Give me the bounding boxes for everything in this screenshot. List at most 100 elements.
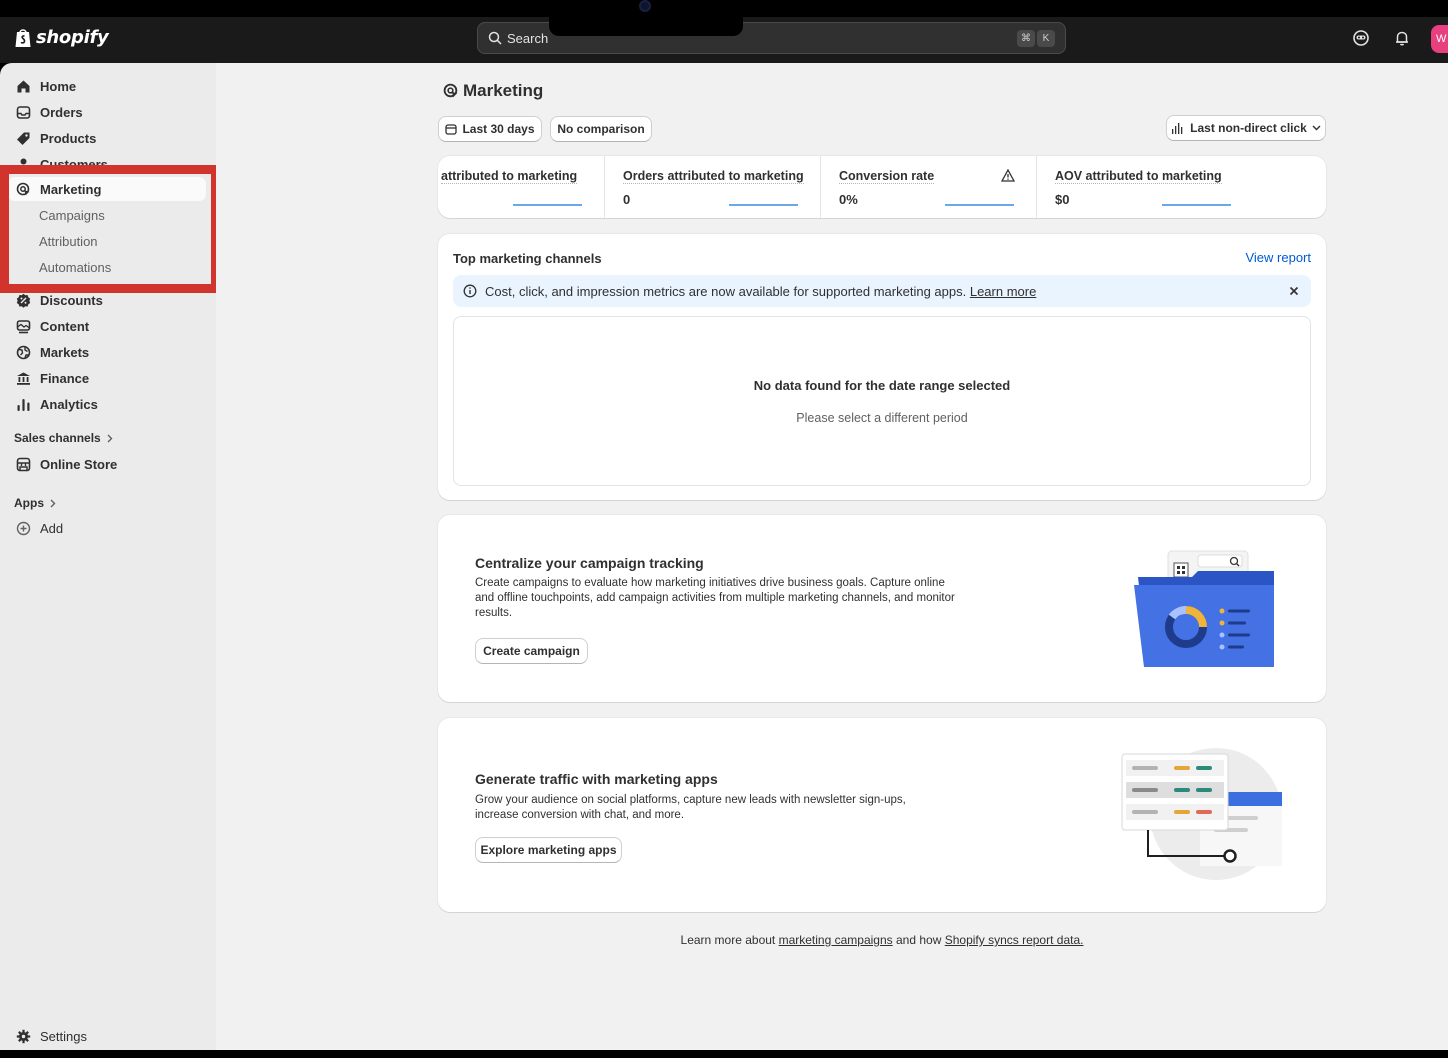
apps-label: Apps: [14, 496, 44, 510]
sidebar-item-discounts[interactable]: Discounts: [8, 288, 206, 312]
top-channels-title: Top marketing channels: [453, 251, 602, 266]
close-icon[interactable]: [1289, 286, 1299, 296]
metric-label: AOV attributed to marketing: [1055, 169, 1222, 184]
sparkline: [513, 204, 582, 206]
sidebar-item-label: Products: [40, 130, 97, 146]
sidebar-item-markets[interactable]: Markets: [8, 340, 206, 364]
sidebar-item-label: Online Store: [40, 456, 118, 472]
sidebar-subitem-campaigns[interactable]: Campaigns: [39, 208, 105, 223]
metrics-card: attributed to marketing Orders attribute…: [438, 156, 1326, 218]
page-title: Marketing: [443, 81, 543, 101]
bar-chart-icon: [17, 398, 30, 411]
sidebar-item-finance[interactable]: Finance: [8, 366, 206, 390]
sidebar-subitem-automations[interactable]: Automations: [39, 260, 111, 275]
campaign-card-title: Centralize your campaign tracking: [475, 555, 704, 571]
avatar[interactable]: W: [1431, 25, 1448, 53]
apps-card-description: Grow your audience on social platforms, …: [475, 794, 906, 821]
sidebar-item-analytics[interactable]: Analytics: [8, 392, 206, 416]
shortcut-cmd-key: ⌘: [1017, 30, 1035, 47]
explore-marketing-apps-button[interactable]: Explore marketing apps: [475, 837, 622, 863]
brand-name: shopify: [36, 27, 109, 48]
page-title-text: Marketing: [463, 81, 544, 100]
comparison-button[interactable]: No comparison: [550, 116, 652, 142]
sidebar: Home Orders Products Customers Marketing…: [0, 63, 216, 1050]
chevron-down-icon: [1312, 125, 1321, 131]
target-icon: [16, 182, 30, 195]
search-icon: [488, 31, 502, 45]
campaign-tracking-card: Centralize your campaign tracking Create…: [438, 515, 1326, 702]
metric-value: 0%: [839, 192, 858, 207]
footer-text: Learn more about marketing campaigns and…: [438, 933, 1326, 947]
sidebar-item-marketing[interactable]: Marketing: [8, 177, 206, 201]
chevron-right-icon: [50, 499, 56, 507]
sidebar-subitem-attribution[interactable]: Attribution: [39, 234, 98, 249]
info-banner-message: Cost, click, and impression metrics are …: [485, 284, 967, 299]
date-range-button[interactable]: Last 30 days: [438, 116, 542, 142]
sidebar-item-orders[interactable]: Orders: [8, 100, 206, 124]
metric-conversion-rate[interactable]: Conversion rate 0%: [820, 156, 1036, 218]
marketing-apps-card: Generate traffic with marketing apps Gro…: [438, 718, 1326, 912]
top-channels-card: Top marketing channels View report Cost,…: [438, 234, 1326, 500]
sidebar-item-label: Home: [40, 78, 77, 94]
attribution-model-select[interactable]: Last non-direct click: [1166, 115, 1326, 141]
sidebar-item-label: Finance: [40, 370, 90, 386]
empty-state-subtitle: Please select a different period: [796, 411, 968, 425]
comparison-label: No comparison: [557, 122, 645, 136]
apps-card-title: Generate traffic with marketing apps: [475, 771, 718, 787]
chevron-right-icon: [107, 434, 113, 442]
tag-icon: [17, 132, 30, 145]
empty-state-title: No data found for the date range selecte…: [753, 378, 1011, 393]
sidebar-item-products[interactable]: Products: [8, 126, 206, 150]
learn-more-link[interactable]: Learn more: [970, 284, 1036, 299]
discount-icon: [16, 293, 31, 308]
attribution-model-label: Last non-direct click: [1190, 121, 1307, 135]
bank-icon: [17, 372, 30, 385]
metric-sales-attributed[interactable]: attributed to marketing: [438, 156, 604, 218]
sidebar-item-label: Customers: [40, 156, 108, 172]
create-campaign-button[interactable]: Create campaign: [475, 638, 588, 664]
view-report-link[interactable]: View report: [1245, 250, 1311, 265]
metric-aov-attributed[interactable]: AOV attributed to marketing $0: [1036, 156, 1326, 218]
sidebar-item-label: Orders: [40, 104, 83, 120]
metric-value: 0: [623, 192, 631, 207]
campaign-folder-illustration: [1134, 550, 1274, 667]
metric-label: Orders attributed to marketing: [623, 169, 804, 184]
footer-prefix: Learn more about: [680, 933, 776, 947]
sidekick-icon[interactable]: [1352, 29, 1370, 47]
marketing-campaigns-link[interactable]: marketing campaigns: [779, 933, 893, 947]
sidebar-item-label: Add: [40, 520, 64, 536]
marketing-apps-illustration: [1121, 748, 1282, 880]
shortcut-k-key: K: [1037, 30, 1055, 47]
sidebar-item-customers[interactable]: Customers: [8, 152, 206, 176]
empty-state: No data found for the date range selecte…: [453, 316, 1311, 486]
sidebar-item-content[interactable]: Content: [8, 314, 206, 338]
home-icon: [17, 80, 30, 92]
bar-chart-icon: [1172, 123, 1183, 134]
sales-channels-header[interactable]: Sales channels: [14, 431, 113, 445]
shopify-bag-icon: [15, 29, 31, 47]
shopify-logo[interactable]: shopify: [14, 27, 109, 48]
person-icon: [18, 158, 29, 171]
sidebar-item-label: Markets: [40, 344, 90, 360]
sidebar-item-label: Discounts: [40, 292, 103, 308]
sidebar-item-home[interactable]: Home: [8, 74, 206, 98]
metric-label: attributed to marketing: [441, 169, 578, 184]
inbox-icon: [16, 105, 31, 119]
main-content: Marketing Last 30 days No comparison Las…: [216, 63, 1448, 1050]
explore-apps-label: Explore marketing apps: [480, 843, 617, 857]
sidebar-item-label: Content: [40, 318, 90, 334]
calendar-icon: [445, 124, 458, 135]
plus-circle-icon: [16, 521, 31, 535]
sidebar-item-add-app[interactable]: Add: [8, 516, 206, 540]
sidebar-item-online-store[interactable]: Online Store: [8, 452, 206, 476]
shopify-syncs-report-link[interactable]: Shopify syncs report data.: [945, 933, 1084, 947]
metric-orders-attributed[interactable]: Orders attributed to marketing 0: [604, 156, 820, 218]
sidebar-item-label: Settings: [40, 1028, 87, 1044]
metric-label: Conversion rate: [839, 169, 935, 184]
bell-icon[interactable]: [1393, 29, 1411, 47]
create-campaign-label: Create campaign: [483, 644, 580, 658]
warning-icon: [1001, 169, 1015, 182]
sidebar-item-label: Marketing: [40, 181, 102, 197]
sidebar-item-settings[interactable]: Settings: [8, 1024, 206, 1048]
apps-header[interactable]: Apps: [14, 496, 56, 510]
